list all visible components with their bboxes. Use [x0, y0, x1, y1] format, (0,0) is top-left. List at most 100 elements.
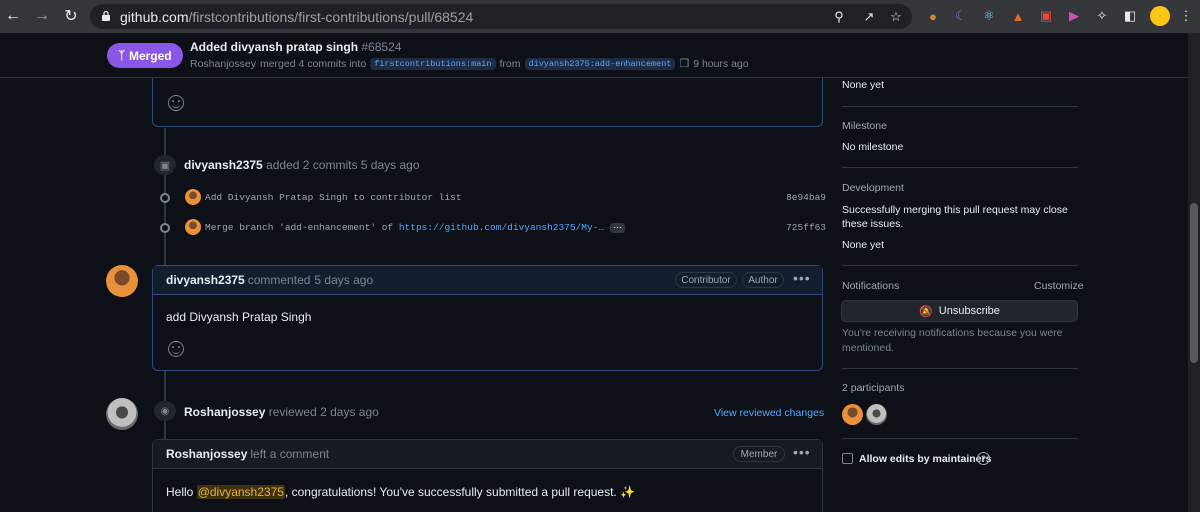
review-comment-author[interactable]: Roshanjossey [166, 447, 247, 461]
commit-message[interactable]: Add Divyansh Pratap Singh to contributor… [205, 192, 462, 203]
eye-icon: ◉ [154, 401, 176, 421]
pr-title-text: Added divyansh pratap singh [190, 40, 359, 54]
participant-avatar[interactable] [842, 404, 863, 425]
participant-avatar[interactable] [866, 404, 887, 425]
development-text: Successfully merging this pull request m… [842, 204, 1068, 230]
development-value: None yet [842, 239, 885, 251]
merge-text: merged 4 commits into [259, 57, 367, 70]
comment-body: add Divyansh Pratap Singh [166, 310, 312, 324]
divider [842, 438, 1078, 439]
side-panel-icon[interactable]: ◧ [1122, 7, 1138, 25]
from-text: from [499, 57, 521, 70]
milestone-heading[interactable]: Milestone [842, 120, 887, 132]
unsubscribe-label: Unsubscribe [938, 305, 1000, 317]
pr-number: #68524 [361, 40, 402, 54]
avatar[interactable] [185, 219, 201, 235]
review-comment-body: Hello @divyansh2375, congratulations! Yo… [166, 485, 635, 499]
divider [842, 265, 1078, 266]
commit-sha[interactable]: 8e94ba9 [786, 192, 826, 203]
comment-time[interactable]: 5 days ago [314, 273, 373, 287]
bookmark-star-icon[interactable]: ☆ [887, 8, 905, 26]
extension-icon-3[interactable]: ▶ [1066, 7, 1082, 25]
add-reaction-icon[interactable] [168, 95, 184, 111]
add-reaction-icon[interactable] [168, 341, 184, 357]
copy-icon[interactable]: ❐ [679, 57, 689, 70]
commit-row: Add Divyansh Pratap Singh to contributor… [160, 188, 826, 206]
url-text: github.com/firstcontributions/first-cont… [120, 9, 474, 25]
commits-author[interactable]: divyansh2375 [184, 158, 263, 172]
commit-message[interactable]: Merge branch 'add-enhancement' of https:… [205, 221, 626, 233]
extension-icon-2[interactable]: ▲ [1010, 7, 1026, 25]
zoom-icon[interactable]: ⚲ [830, 8, 848, 26]
react-devtools-icon[interactable]: ⚛ [981, 7, 997, 25]
expand-commit-button[interactable]: ⋯ [610, 222, 626, 233]
comment-action: commented [247, 273, 311, 287]
comment-box-previous [152, 78, 823, 127]
view-reviewed-changes-link[interactable]: View reviewed changes [714, 407, 824, 419]
commit-message-link[interactable]: https://github.com/divyansh2375/My-… [399, 222, 604, 233]
divider [842, 368, 1078, 369]
reload-icon[interactable]: ↻ [60, 5, 82, 27]
head-branch[interactable]: divyansh2375:add-enhancement [524, 57, 676, 70]
commits-event-icon: ▣ [154, 155, 176, 175]
milestone-value: No milestone [842, 141, 904, 153]
scrollbar[interactable] [1188, 33, 1200, 512]
merge-time: 9 hours ago [693, 57, 749, 70]
linked-value: None yet [842, 79, 885, 91]
forward-icon[interactable]: → [31, 5, 53, 27]
allow-edits-label[interactable]: Allow edits by maintainers [859, 453, 991, 465]
reviewer-avatar[interactable] [106, 398, 138, 430]
help-icon[interactable]: ? [977, 452, 990, 465]
share-icon[interactable]: ↗ [860, 8, 878, 26]
browser-toolbar: ← → ↻ github.com/firstcontributions/firs… [0, 0, 1200, 33]
commit-row: Merge branch 'add-enhancement' of https:… [160, 218, 826, 236]
state-label: Merged [128, 48, 172, 63]
commits-time[interactable]: 5 days ago [361, 158, 420, 172]
dark-reader-icon[interactable]: ☾ [953, 7, 969, 25]
comment-author[interactable]: divyansh2375 [166, 273, 245, 287]
extensions-puzzle-icon[interactable]: ✧ [1094, 7, 1110, 25]
reviewer-name[interactable]: Roshanjossey [184, 405, 265, 419]
avatar[interactable] [185, 189, 201, 205]
user-mention[interactable]: @divyansh2375 [196, 485, 285, 499]
divider [842, 106, 1078, 107]
bell-slash-icon: 🔕 [919, 305, 933, 318]
review-comment-options-icon[interactable]: ••• [793, 444, 811, 460]
comment-box: divyansh2375 commented 5 days ago Contri… [152, 265, 823, 371]
review-event-text: Roshanjossey reviewed 2 days ago [184, 405, 379, 419]
merger-link[interactable]: Roshanjossey [190, 58, 256, 70]
lock-icon [102, 10, 110, 21]
contributor-label: Contributor [675, 272, 737, 288]
notifications-heading: Notifications [842, 280, 900, 292]
comment-header: divyansh2375 commented 5 days ago Contri… [153, 266, 822, 295]
address-bar[interactable]: github.com/firstcontributions/first-cont… [90, 4, 912, 29]
base-branch[interactable]: firstcontributions:main [370, 57, 496, 70]
extension-icon[interactable]: ● [925, 7, 941, 25]
customize-link[interactable]: Customize [1034, 280, 1084, 292]
unsubscribe-button[interactable]: 🔕 Unsubscribe [841, 300, 1078, 322]
commit-message-text: Merge branch 'add-enhancement' of [205, 221, 399, 233]
allow-edits-checkbox[interactable] [842, 453, 853, 464]
scrollbar-thumb[interactable] [1190, 203, 1198, 363]
pr-meta: Roshanjossey merged 4 commits into first… [190, 57, 749, 70]
review-action: reviewed [268, 405, 317, 419]
notification-reason: You're receiving notifications because y… [842, 327, 1063, 354]
member-label: Member [733, 446, 785, 462]
menu-icon[interactable]: ⋮ [1178, 7, 1194, 25]
review-comment-box: Roshanjossey left a comment Member ••• H… [152, 439, 823, 512]
review-time[interactable]: 2 days ago [320, 405, 379, 419]
comment-options-icon[interactable]: ••• [793, 270, 811, 286]
commit-sha[interactable]: 725ff63 [786, 222, 826, 233]
development-heading[interactable]: Development [842, 182, 904, 194]
commit-icon [160, 193, 170, 203]
picture-in-picture-icon[interactable]: ▣ [1038, 7, 1054, 25]
review-comment-prefix: Hello [166, 485, 197, 499]
profile-avatar[interactable] [1150, 6, 1170, 26]
review-comment-suffix: , congratulations! You've successfully s… [284, 485, 636, 499]
back-icon[interactable]: ← [2, 5, 24, 27]
comment-author-avatar[interactable] [106, 265, 138, 297]
commit-icon [160, 223, 170, 233]
merged-badge: ᛉ Merged [107, 43, 183, 68]
pr-title: Added divyansh pratap singh #68524 [190, 40, 401, 54]
participants-heading: 2 participants [842, 382, 905, 394]
